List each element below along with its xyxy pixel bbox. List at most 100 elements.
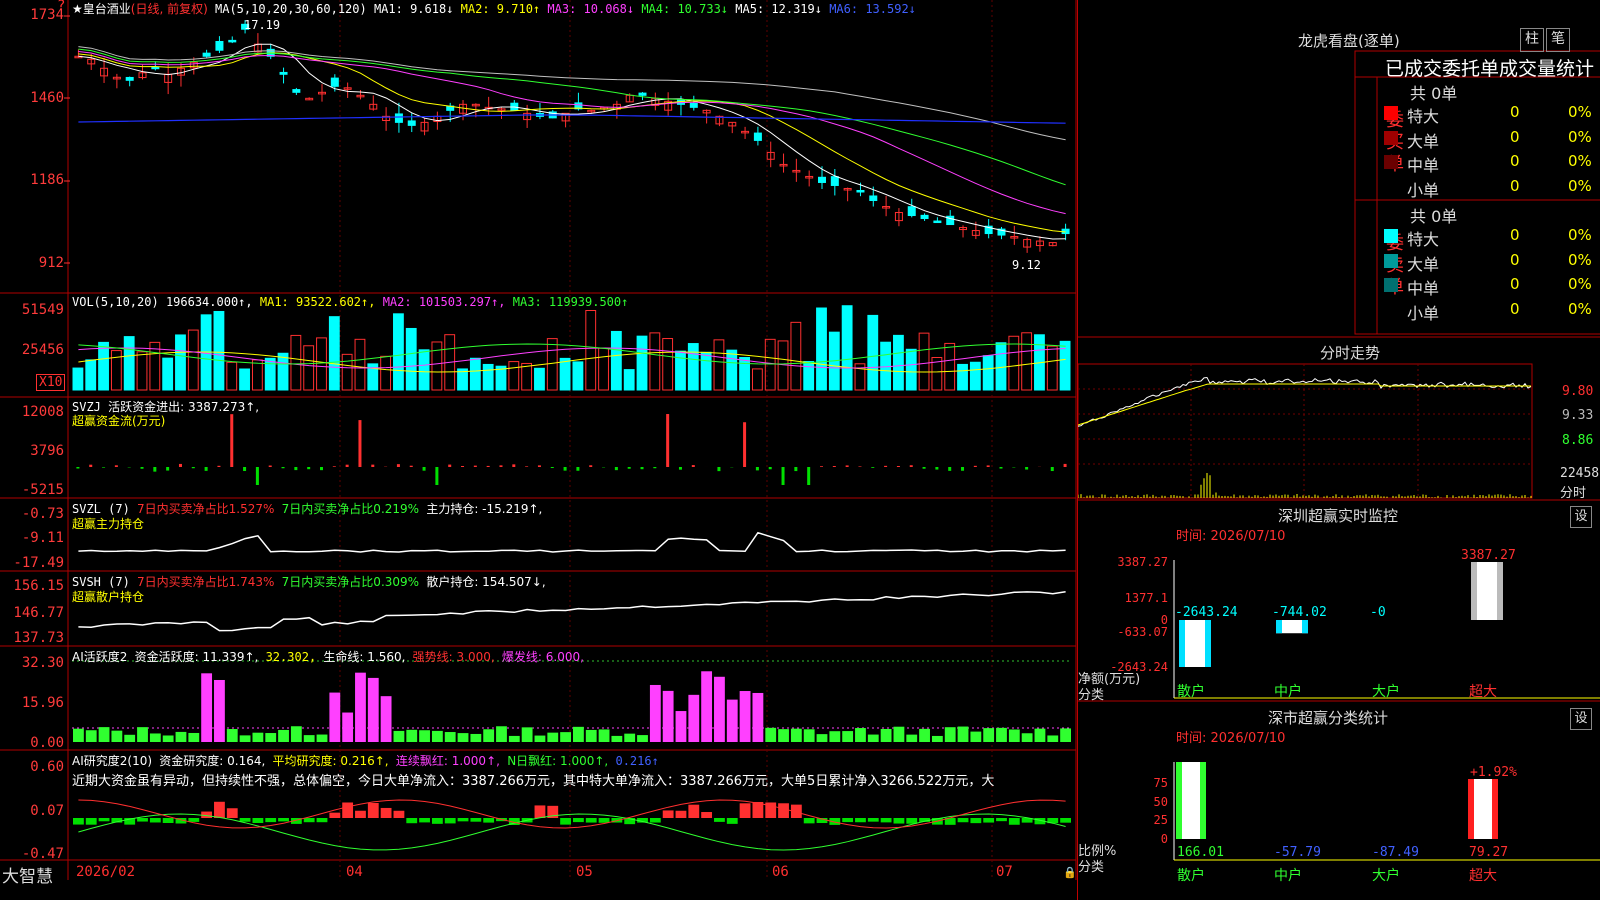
activity-bar [585, 729, 597, 742]
activity-bar [880, 728, 892, 742]
lock-icon[interactable]: 🔒 [1063, 866, 1077, 879]
sz-settings-button[interactable]: 设 [1570, 506, 1592, 528]
flow-bar [627, 467, 631, 469]
volume-bar [649, 332, 661, 391]
app-brand: 大智慧 [2, 867, 53, 887]
period-mode[interactable]: (日线, 前复权) [131, 2, 208, 16]
flow-bar [102, 467, 106, 468]
stock-title[interactable]: ★皇台酒业 [72, 2, 131, 16]
research-bar [893, 818, 905, 824]
volume-bar [418, 349, 430, 391]
ai1-a: 资金活跃度: 11.339↑, [134, 650, 259, 664]
volume-bar [393, 313, 404, 391]
activity-bar [906, 734, 918, 742]
research-bar [457, 818, 469, 822]
vol-value: 196634.000↑, [165, 295, 253, 309]
svzl-b: 7日内买卖净占比0.219% [281, 502, 420, 516]
flow-bar [922, 467, 926, 469]
volume-bar [136, 351, 148, 391]
research-bar [406, 818, 418, 824]
row-swatch [1384, 229, 1398, 243]
volume-bar [72, 367, 84, 391]
research-bar [380, 807, 392, 818]
volume-bar [277, 352, 289, 391]
volume-bar [675, 350, 686, 391]
flow-bar [858, 466, 862, 467]
candle-body [407, 120, 416, 126]
research-bar [573, 818, 584, 823]
vol-label: VOL(5,10,20) [72, 295, 159, 309]
sz-value-label: -2643.24 [1175, 605, 1238, 620]
volume-bar [469, 357, 481, 391]
volume-bar [380, 355, 392, 391]
flow-bar [76, 467, 80, 469]
zhu-button[interactable]: 柱 [1520, 28, 1544, 52]
activity-bar [944, 727, 956, 742]
activity-bar [149, 733, 161, 742]
sz-time: 时间: 2026/07/10 [1176, 529, 1286, 544]
sc-category-label: 散户 [1177, 867, 1205, 884]
sz-bar-side [1471, 562, 1477, 620]
svsh-axis-3: 137.73 [13, 630, 64, 646]
volume-bar [918, 332, 930, 391]
activity-bar [444, 732, 456, 742]
candle-body [869, 195, 878, 201]
ai1-label: AI活跃度2 [72, 650, 128, 664]
flow-bar [1063, 463, 1067, 467]
xaxis-label-1: 2026/02 [76, 864, 136, 880]
research-bar [98, 818, 110, 822]
high-price-mark: 17.19 [244, 18, 281, 32]
sc-top-label: +1.92% [1470, 765, 1517, 780]
flow-bar [396, 464, 400, 467]
flow-bar [807, 467, 811, 485]
ai1-e: 爆发线: 6.000, [501, 650, 584, 664]
main-axis-2: 1460 [30, 90, 64, 106]
svsh-a: 7日内买卖净占比1.743% [137, 575, 275, 589]
vol-unit-badge[interactable]: X10 [36, 374, 66, 391]
flow-bar [1050, 467, 1054, 472]
activity-bar [662, 690, 674, 742]
sc-axis-label: 25 [1154, 813, 1168, 827]
volume-bar [264, 357, 276, 391]
chart-area[interactable]: ★皇台酒业(日线, 前复权) MA(5,10,20,30,60,120) MA1… [0, 0, 1077, 900]
sc-bar-side [1176, 762, 1182, 839]
flow-bar [986, 465, 990, 467]
volume-bar [636, 335, 648, 391]
activity-bar [483, 729, 495, 742]
volume-bar [354, 338, 366, 391]
row-name: 特大 [1407, 107, 1440, 126]
activity-bar [983, 728, 995, 742]
row-percent: 0% [1568, 275, 1592, 293]
sc-settings-button[interactable]: 设 [1570, 708, 1592, 730]
flow-bar [973, 465, 977, 467]
sc-value-label: 79.27 [1469, 845, 1508, 860]
activity-bar [111, 730, 123, 742]
candle-body [394, 113, 403, 123]
activity-bar [175, 731, 187, 742]
candle-body [933, 220, 942, 224]
sc-axis-label: 75 [1154, 776, 1168, 790]
row-name: 大单 [1407, 131, 1440, 151]
row-count: 0 [1510, 250, 1520, 269]
volume-bar [803, 361, 815, 391]
svsh-c: 散户持仓: 154.507↓, [426, 575, 546, 589]
volume-bar [1046, 345, 1058, 391]
row-count: 0 [1510, 103, 1520, 121]
candle-body [907, 206, 916, 217]
volume-bar [534, 367, 545, 391]
research-bar [188, 818, 200, 822]
flow-bar [191, 467, 195, 469]
ma4-value: MA4: 10.733↓ [641, 2, 729, 16]
bi-button[interactable]: 笔 [1546, 28, 1570, 52]
vol-axis-2: 25456 [21, 342, 64, 358]
activity-bar [560, 732, 571, 742]
sz-axis-label: 1377.1 [1125, 591, 1168, 605]
candle-body [920, 214, 929, 220]
volume-bar [905, 348, 917, 391]
candle-body [215, 41, 224, 51]
sc-value-label: -87.49 [1372, 845, 1419, 860]
ai2-c: 连续飘红: 1.000↑, [395, 754, 500, 768]
research-bar [252, 818, 264, 823]
research-bar [714, 818, 725, 822]
volume-bar [585, 309, 597, 391]
